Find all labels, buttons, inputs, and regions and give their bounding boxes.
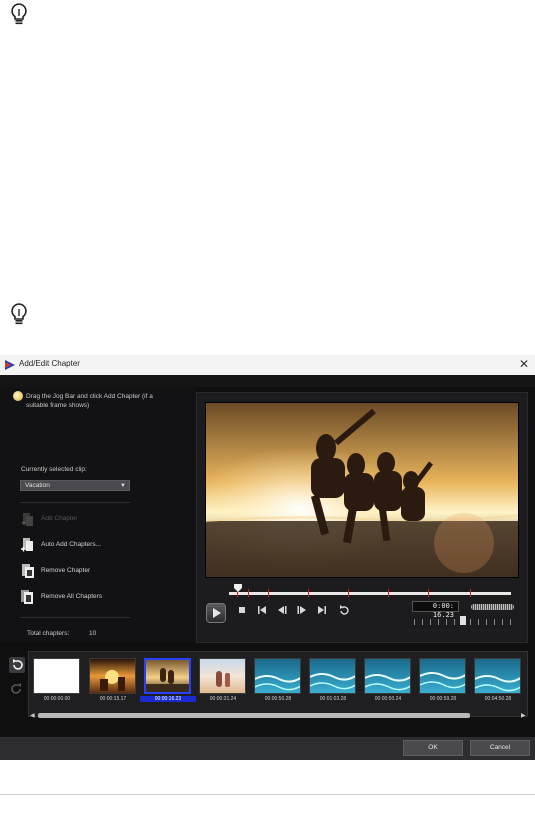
jog-bar-handle[interactable]	[234, 584, 242, 592]
thumbnail-timecode: 00:00:15.17	[99, 696, 127, 702]
thumbnail-timecode: 00:01:03.28	[319, 696, 347, 702]
auto-add-chapters-icon	[21, 538, 33, 552]
total-chapters-value: 10	[89, 630, 97, 637]
thumbnail-image	[420, 672, 465, 689]
selected-clip-label: Currently selected clip:	[21, 466, 87, 473]
thumbnail-timecode: 00:04:50.28	[484, 696, 512, 702]
go-to-end-icon[interactable]	[316, 604, 328, 616]
chapter-thumbnail[interactable]	[254, 658, 301, 694]
chapter-thumbnail[interactable]	[474, 658, 521, 694]
remove-chapter-icon	[22, 564, 34, 578]
chapter-marker[interactable]	[348, 589, 349, 597]
chapter-marker[interactable]	[268, 589, 269, 597]
lightbulb-tip-icon	[11, 303, 27, 325]
chapter-marker[interactable]	[308, 589, 309, 597]
chapter-marker[interactable]	[428, 589, 429, 597]
dialog-titlebar[interactable]: Add/Edit Chapter ✕	[0, 355, 535, 376]
remove-all-chapters-button[interactable]: Remove All Chapters	[20, 589, 140, 605]
next-frame-icon[interactable]	[296, 604, 308, 616]
scroll-right-icon[interactable]: ▶	[521, 712, 526, 719]
add-chapter-button[interactable]: Add Chapter	[20, 511, 140, 527]
dialog-title: Add/Edit Chapter	[19, 359, 80, 368]
stop-icon[interactable]	[236, 604, 248, 616]
thumbnail-image	[255, 675, 300, 691]
remove-all-chapters-icon	[21, 590, 33, 604]
chapter-marker[interactable]	[470, 589, 471, 597]
top-strip	[0, 375, 535, 387]
chapter-thumbnail[interactable]	[364, 658, 411, 694]
timeline-scrub-bar[interactable]	[229, 592, 511, 595]
ok-button[interactable]: OK	[403, 740, 463, 756]
chapter-thumbnail[interactable]	[309, 658, 356, 694]
cancel-button[interactable]: Cancel	[470, 740, 530, 756]
scroll-left-icon[interactable]: ◀	[30, 712, 35, 719]
auto-add-chapters-button[interactable]: Auto Add Chapters...	[20, 537, 140, 553]
chapter-thumbnail[interactable]	[199, 658, 246, 694]
thumbnail-image	[475, 675, 520, 692]
thumbnail-timecode: 00:00:59.28	[429, 696, 457, 702]
clip-dropdown-value: Vacation	[25, 482, 50, 489]
chapter-marker[interactable]	[388, 589, 389, 597]
clip-dropdown[interactable]: Vacation ▼	[20, 480, 130, 491]
play-button[interactable]	[206, 603, 226, 623]
thumbnail-image	[146, 668, 189, 692]
page-footer-rule	[0, 794, 535, 795]
thumbnail-image	[365, 674, 410, 691]
thumbnail-image	[310, 673, 355, 690]
rotate-left-icon[interactable]	[9, 657, 25, 673]
thumbnail-timecode: 00:00:50.28	[264, 696, 292, 702]
hint-bulb-icon	[13, 391, 23, 401]
chapter-thumbnail[interactable]	[144, 658, 191, 694]
add-chapter-icon	[22, 513, 33, 526]
chapter-marker[interactable]	[248, 589, 249, 597]
go-to-start-icon[interactable]	[256, 604, 268, 616]
video-frame-image	[206, 403, 518, 577]
thumbnail-timecode: 00:00:50.24	[374, 696, 402, 702]
repeat-icon[interactable]	[338, 604, 350, 616]
shuttle-slider[interactable]	[471, 604, 514, 610]
thumbnail-image	[100, 670, 125, 691]
chapter-thumbnail[interactable]	[419, 658, 466, 694]
timecode-display[interactable]: 0:00: 16.23	[412, 601, 459, 619]
separator	[20, 502, 130, 503]
chapter-thumbnail[interactable]	[89, 658, 136, 694]
remove-all-chapters-label: Remove All Chapters	[41, 593, 103, 600]
hint-text: Drag the Jog Bar and click Add Chapter (…	[26, 393, 153, 409]
previous-frame-icon[interactable]	[276, 604, 288, 616]
auto-add-chapters-label: Auto Add Chapters...	[41, 541, 101, 548]
app-logo-icon	[5, 360, 15, 370]
filmstrip-scrollbar[interactable]	[38, 713, 470, 718]
thumbnail-timecode: 00:00:31.24	[209, 696, 237, 702]
chapter-thumbnail[interactable]	[33, 658, 80, 694]
add-chapter-label: Add Chapter	[41, 515, 78, 522]
close-icon[interactable]: ✕	[519, 357, 529, 371]
remove-chapter-label: Remove Chapter	[41, 567, 91, 574]
video-preview	[205, 402, 519, 578]
lightbulb-tip-icon	[11, 3, 27, 25]
thumbnail-timecode: 00:00:16.23	[140, 696, 196, 702]
separator	[20, 617, 130, 618]
rotate-right-icon[interactable]	[9, 681, 25, 697]
frame-ruler-thumb[interactable]	[460, 616, 466, 625]
chevron-down-icon: ▼	[120, 483, 126, 489]
remove-chapter-button[interactable]: Remove Chapter	[20, 563, 140, 579]
thumbnail-timecode: 00:00:00.00	[43, 696, 71, 702]
thumbnail-image	[216, 671, 230, 687]
play-icon	[213, 608, 221, 618]
total-chapters-label: Total chapters:	[27, 630, 70, 637]
